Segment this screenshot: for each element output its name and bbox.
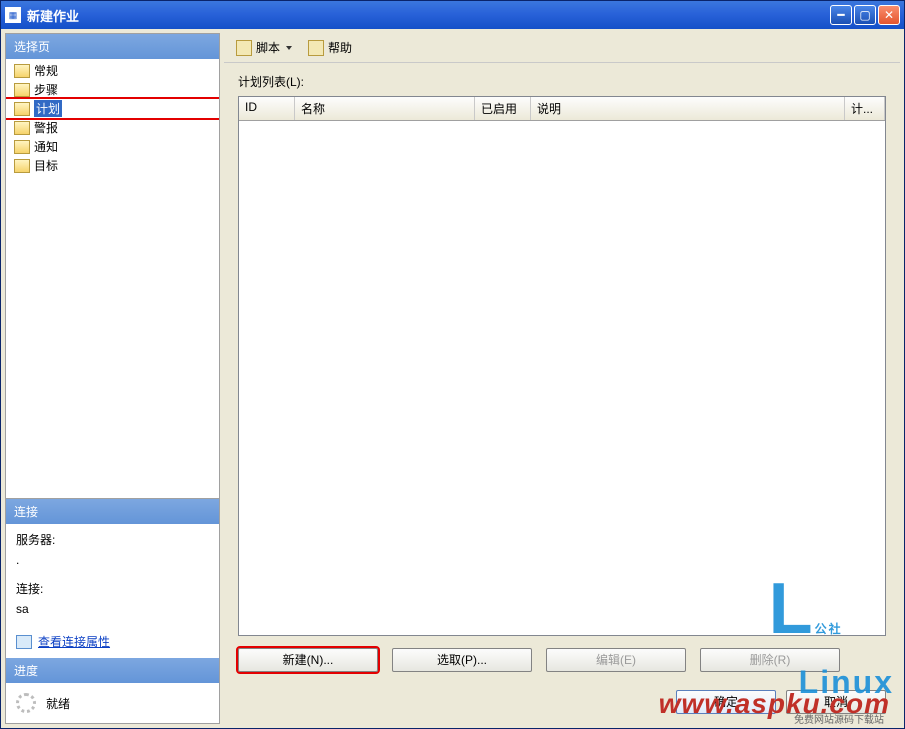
script-label: 脚本 [256, 39, 280, 56]
content-area: 计划列表(L): ID 名称 已启用 说明 计... 新建(N)... 选取(P… [224, 63, 900, 684]
cancel-button[interactable]: 取消 [786, 690, 886, 714]
title-bar[interactable]: ▦ 新建作业 ━ ▢ ✕ [1, 1, 904, 29]
sidebar-item-label: 警报 [34, 119, 58, 136]
connection-icon [16, 635, 32, 649]
grid-body[interactable] [239, 121, 885, 635]
help-button[interactable]: 帮助 [302, 37, 358, 58]
spinner-icon [16, 693, 36, 713]
pick-button[interactable]: 选取(P)... [392, 648, 532, 672]
script-icon [236, 40, 252, 56]
connection-header: 连接 [6, 499, 219, 524]
progress-status: 就绪 [46, 695, 70, 712]
schedule-list-label: 计划列表(L): [238, 73, 886, 90]
new-button[interactable]: 新建(N)... [238, 648, 378, 672]
delete-button: 删除(R) [700, 648, 840, 672]
ok-button[interactable]: 确定 [676, 690, 776, 714]
sidebar-item-label: 计划 [34, 100, 62, 117]
connection-body: 服务器: . 连接: sa 查看连接属性 [6, 524, 219, 658]
dialog-window: ▦ 新建作业 ━ ▢ ✕ 选择页 常规 步骤 计划 [0, 0, 905, 729]
app-icon: ▦ [5, 7, 21, 23]
sidebar-item-steps[interactable]: 步骤 [6, 80, 219, 99]
col-enabled[interactable]: 已启用 [475, 97, 531, 120]
connection-label: 连接: [16, 579, 209, 599]
select-page-header: 选择页 [6, 34, 219, 59]
progress-header: 进度 [6, 658, 219, 683]
page-icon [14, 83, 30, 97]
schedule-grid[interactable]: ID 名称 已启用 说明 计... [238, 96, 886, 636]
sidebar-item-alerts[interactable]: 警报 [6, 118, 219, 137]
window-title: 新建作业 [27, 6, 830, 25]
col-name[interactable]: 名称 [295, 97, 475, 120]
footer-row: 确定 取消 [224, 684, 900, 724]
sidebar-item-label: 目标 [34, 157, 58, 174]
chevron-down-icon [286, 46, 292, 50]
col-id[interactable]: ID [239, 97, 295, 120]
close-button[interactable]: ✕ [878, 5, 900, 25]
col-desc[interactable]: 说明 [531, 97, 845, 120]
main-panel: 脚本 帮助 计划列表(L): ID 名称 已启用 说明 计... [224, 33, 900, 724]
view-connection-label[interactable]: 查看连接属性 [38, 632, 110, 652]
sidebar-item-label: 通知 [34, 138, 58, 155]
grid-header: ID 名称 已启用 说明 计... [239, 97, 885, 121]
window-buttons: ━ ▢ ✕ [830, 5, 900, 25]
connection-panel: 连接 服务器: . 连接: sa 查看连接属性 进度 就绪 [6, 498, 219, 723]
sidebar-item-targets[interactable]: 目标 [6, 156, 219, 175]
sidebar-item-schedule[interactable]: 计划 [6, 99, 219, 118]
minimize-button[interactable]: ━ [830, 5, 852, 25]
toolbar: 脚本 帮助 [224, 33, 900, 63]
script-button[interactable]: 脚本 [230, 37, 298, 58]
dialog-body: 选择页 常规 步骤 计划 警报 [1, 29, 904, 728]
connection-value: sa [16, 599, 209, 619]
sidebar-item-label: 常规 [34, 62, 58, 79]
maximize-button[interactable]: ▢ [854, 5, 876, 25]
page-icon [14, 121, 30, 135]
page-list: 常规 步骤 计划 警报 通知 [6, 59, 219, 498]
sidebar-item-notify[interactable]: 通知 [6, 137, 219, 156]
page-icon [14, 102, 30, 116]
server-label: 服务器: [16, 530, 209, 550]
progress-body: 就绪 [6, 683, 219, 723]
sidebar: 选择页 常规 步骤 计划 警报 [5, 33, 220, 724]
help-label: 帮助 [328, 39, 352, 56]
page-icon [14, 159, 30, 173]
server-value: . [16, 550, 209, 570]
view-connection-link[interactable]: 查看连接属性 [16, 632, 209, 652]
sidebar-item-label: 步骤 [34, 81, 58, 98]
edit-button: 编辑(E) [546, 648, 686, 672]
button-row: 新建(N)... 选取(P)... 编辑(E) 删除(R) [238, 636, 886, 676]
page-icon [14, 64, 30, 78]
page-icon [14, 140, 30, 154]
sidebar-item-general[interactable]: 常规 [6, 61, 219, 80]
help-icon [308, 40, 324, 56]
col-sched[interactable]: 计... [845, 97, 885, 120]
